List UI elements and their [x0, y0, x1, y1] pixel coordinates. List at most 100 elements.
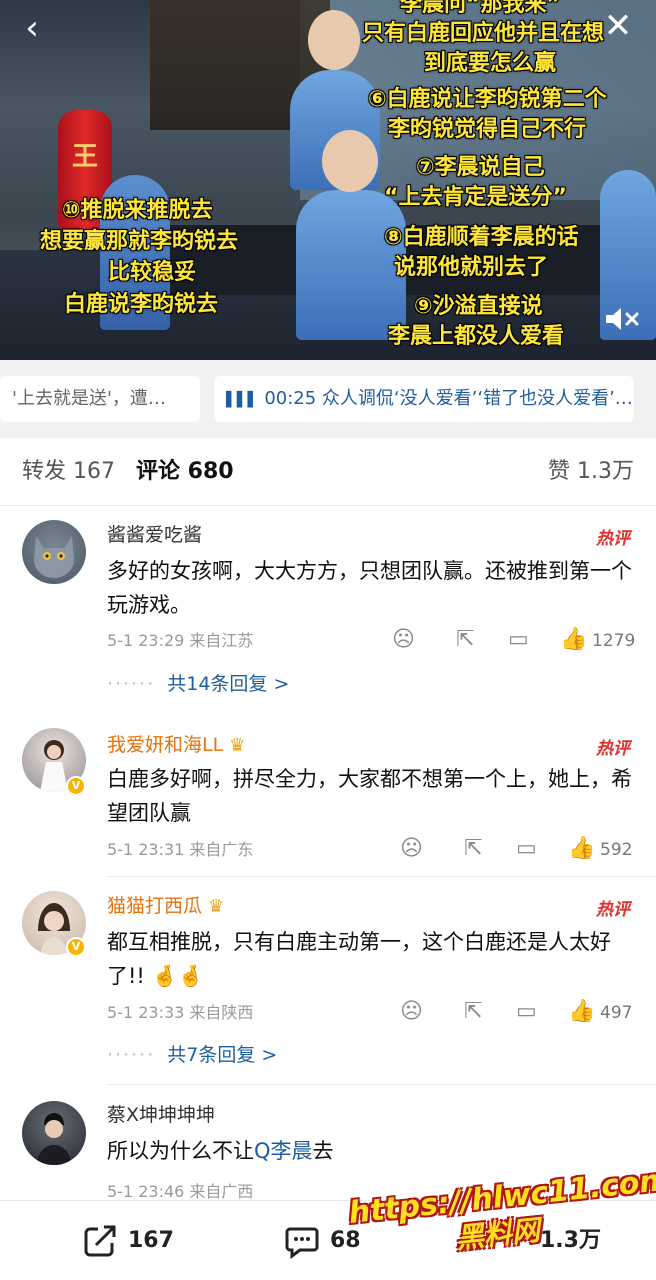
comment-button[interactable]: 68 — [284, 1223, 361, 1259]
topic-chip[interactable]: ▌▌▌ 00:25 众人调侃‘没人爱看’‘错了也没人爱看’… — [214, 376, 634, 422]
replies-dots: ······ — [107, 673, 156, 695]
share-button[interactable]: ⇱ — [464, 837, 482, 861]
avatar[interactable] — [22, 1101, 86, 1165]
reply-button[interactable]: ▭ — [516, 837, 537, 861]
dislike-button[interactable]: ☹ — [400, 837, 423, 861]
comment-text: 都互相推脱，只有白鹿主动第一，这个白鹿还是人太好了!! 🤞🤞 — [107, 930, 611, 988]
comment-meta: 5-1 23:29 来自江苏 — [107, 631, 254, 650]
comment-item: 酱酱爱吃酱 热评 多好的女孩啊，大大方方，只想团队赢。还被推到第一个玩游戏。 5… — [0, 506, 656, 713]
comment-text: 所以为什么不让Q李晨去 — [107, 1134, 635, 1168]
overlay-line: ⑥白鹿说让李昀锐第二个 — [368, 87, 607, 112]
view-replies-link[interactable]: ······ 共7条回复 > — [107, 1041, 277, 1069]
video-player[interactable]: 王 李晨问“那我来” 只有白鹿回应他并且在想 到底要怎么赢 ⑥白鹿说让李昀锐第二… — [0, 0, 656, 360]
thumbs-up-icon: 👍 — [568, 836, 596, 861]
comment-bubble-icon — [285, 1227, 319, 1259]
comment-text-prefix: 所以为什么不让 — [107, 1139, 254, 1163]
like-count: 1279 — [592, 631, 636, 651]
comment-username[interactable]: 我爱妍和海LL ♛ — [107, 732, 245, 759]
like-button[interactable]: 👍 — [568, 1000, 595, 1024]
like-count: 497 — [600, 1003, 633, 1023]
vip-crown-icon: ♛ — [208, 896, 225, 917]
username-text: 猫猫打西瓜 — [107, 895, 203, 917]
dislike-button[interactable]: ☹ — [392, 628, 415, 652]
overlay-line: 李晨问“那我来” — [400, 0, 561, 17]
overlay-line: ⑧白鹿顺着李晨的话 — [384, 225, 579, 250]
chevron-left-icon: ‹ — [25, 8, 39, 48]
bottle-label: 王 — [71, 142, 98, 172]
comment-username[interactable]: 猫猫打西瓜 ♛ — [107, 893, 224, 920]
thumbs-up-icon: 👍 — [568, 999, 596, 1024]
video-person-head — [308, 10, 360, 70]
overlay-line: 白鹿说李昀锐去 — [64, 292, 219, 317]
comment-bubble-icon: ▭ — [516, 836, 537, 861]
avatar[interactable] — [22, 520, 86, 584]
comment-divider — [107, 1084, 656, 1085]
reply-button[interactable]: ▭ — [508, 628, 529, 652]
back-button[interactable]: ‹ — [12, 10, 52, 50]
audio-bars-icon: ▌▌▌ — [226, 392, 259, 408]
overlay-line: 到底要怎么赢 — [424, 51, 557, 76]
reply-button[interactable]: ▭ — [516, 1000, 537, 1024]
hot-comment-badge: 热评 — [596, 900, 630, 920]
overlay-line: 比较稳妥 — [108, 260, 197, 285]
comment-username[interactable]: 蔡X坤坤坤坤 — [107, 1102, 215, 1128]
like-button[interactable]: 👍 — [560, 628, 587, 652]
post-tabs: 转发 167 评论 680 赞 1.3万 — [0, 438, 656, 506]
tab-repost[interactable]: 转发 167 — [22, 456, 115, 488]
mute-button[interactable] — [602, 306, 642, 340]
comment-text-suffix: 去 — [312, 1139, 334, 1163]
comment-meta: 5-1 23:33 来自陕西 — [107, 1003, 254, 1022]
overlay-line: ⑩推脱来推脱去 — [62, 198, 213, 223]
verified-badge-icon: V — [66, 776, 86, 796]
hot-comment-badge: 热评 — [596, 739, 630, 759]
topic-chip-text: 00:25 众人调侃‘没人爱看’‘错了也没人爱看’… — [264, 388, 633, 409]
frown-icon: ☹ — [400, 836, 423, 861]
share-icon: ⇱ — [464, 999, 483, 1024]
topic-chip[interactable]: '上去就是送'，遭… — [0, 376, 200, 422]
replies-count-text: 共7条回复 > — [167, 1044, 278, 1066]
related-topics-strip: '上去就是送'，遭… ▌▌▌ 00:25 众人调侃‘没人爱看’‘错了也没人爱看’… — [0, 360, 656, 438]
cat-avatar-image — [34, 536, 74, 578]
video-person-head — [322, 130, 378, 192]
view-replies-link[interactable]: ······ 共14条回复 > — [107, 670, 289, 698]
comment-item: V 我爱妍和海LL ♛ 热评 白鹿多好啊，拼尽全力，大家都不想第一个上，她上，希望… — [0, 712, 656, 877]
speaker-muted-icon — [606, 308, 639, 330]
share-button[interactable]: ⇱ — [464, 1000, 482, 1024]
comment-bubble-icon: ▭ — [516, 999, 537, 1024]
overlay-line: 李晨上都没人爱看 — [388, 324, 565, 349]
thumbs-up-icon: 👍 — [560, 627, 588, 652]
comment-username[interactable]: 酱酱爱吃酱 — [107, 522, 202, 548]
comment-text: 白鹿多好啊，拼尽全力，大家都不想第一个上，她上，希望团队赢 — [107, 767, 632, 825]
comment-item: V 猫猫打西瓜 ♛ 热评 都互相推脱，只有白鹿主动第一，这个白鹿还是人太好了!! … — [0, 877, 656, 1085]
comment-bubble-icon: ▭ — [508, 627, 529, 652]
share-icon: ⇱ — [464, 836, 483, 861]
man-avatar-image — [36, 1113, 72, 1165]
like-button[interactable]: 👍 — [568, 837, 595, 861]
topic-chip-text: '上去就是送'，遭… — [12, 388, 166, 409]
overlay-line: 只有白鹿回应他并且在想 — [362, 21, 605, 46]
overlay-line: 李昀锐觉得自己不行 — [388, 117, 587, 142]
frown-icon: ☹ — [392, 627, 415, 652]
verified-badge-icon: V — [66, 937, 86, 957]
username-text: 我爱妍和海LL — [107, 734, 224, 756]
repost-button[interactable]: 167 — [82, 1223, 174, 1259]
overlay-line: ⑦李晨说自己 — [416, 155, 545, 180]
tab-comment[interactable]: 评论 680 — [136, 456, 234, 488]
tab-like[interactable]: 赞 1.3万 — [548, 456, 634, 488]
search-mention-link[interactable]: Q李晨 — [254, 1139, 313, 1163]
like-count: 592 — [600, 840, 633, 860]
overlay-line: ⑨沙溢直接说 — [414, 294, 543, 319]
replies-count-text: 共14条回复 > — [167, 673, 290, 695]
close-icon: ✕ — [603, 6, 633, 46]
replies-dots: ······ — [107, 1044, 156, 1066]
repost-count: 167 — [128, 1228, 174, 1253]
repost-icon — [84, 1225, 116, 1257]
dislike-button[interactable]: ☹ — [400, 1000, 423, 1024]
share-icon: ⇱ — [456, 627, 475, 652]
vip-crown-icon: ♛ — [229, 735, 246, 756]
overlay-line: 说那他就别去了 — [394, 255, 549, 280]
close-button[interactable]: ✕ — [598, 6, 638, 46]
comment-meta: 5-1 23:31 来自广东 — [107, 840, 254, 859]
frown-icon: ☹ — [400, 999, 423, 1024]
share-button[interactable]: ⇱ — [456, 628, 474, 652]
